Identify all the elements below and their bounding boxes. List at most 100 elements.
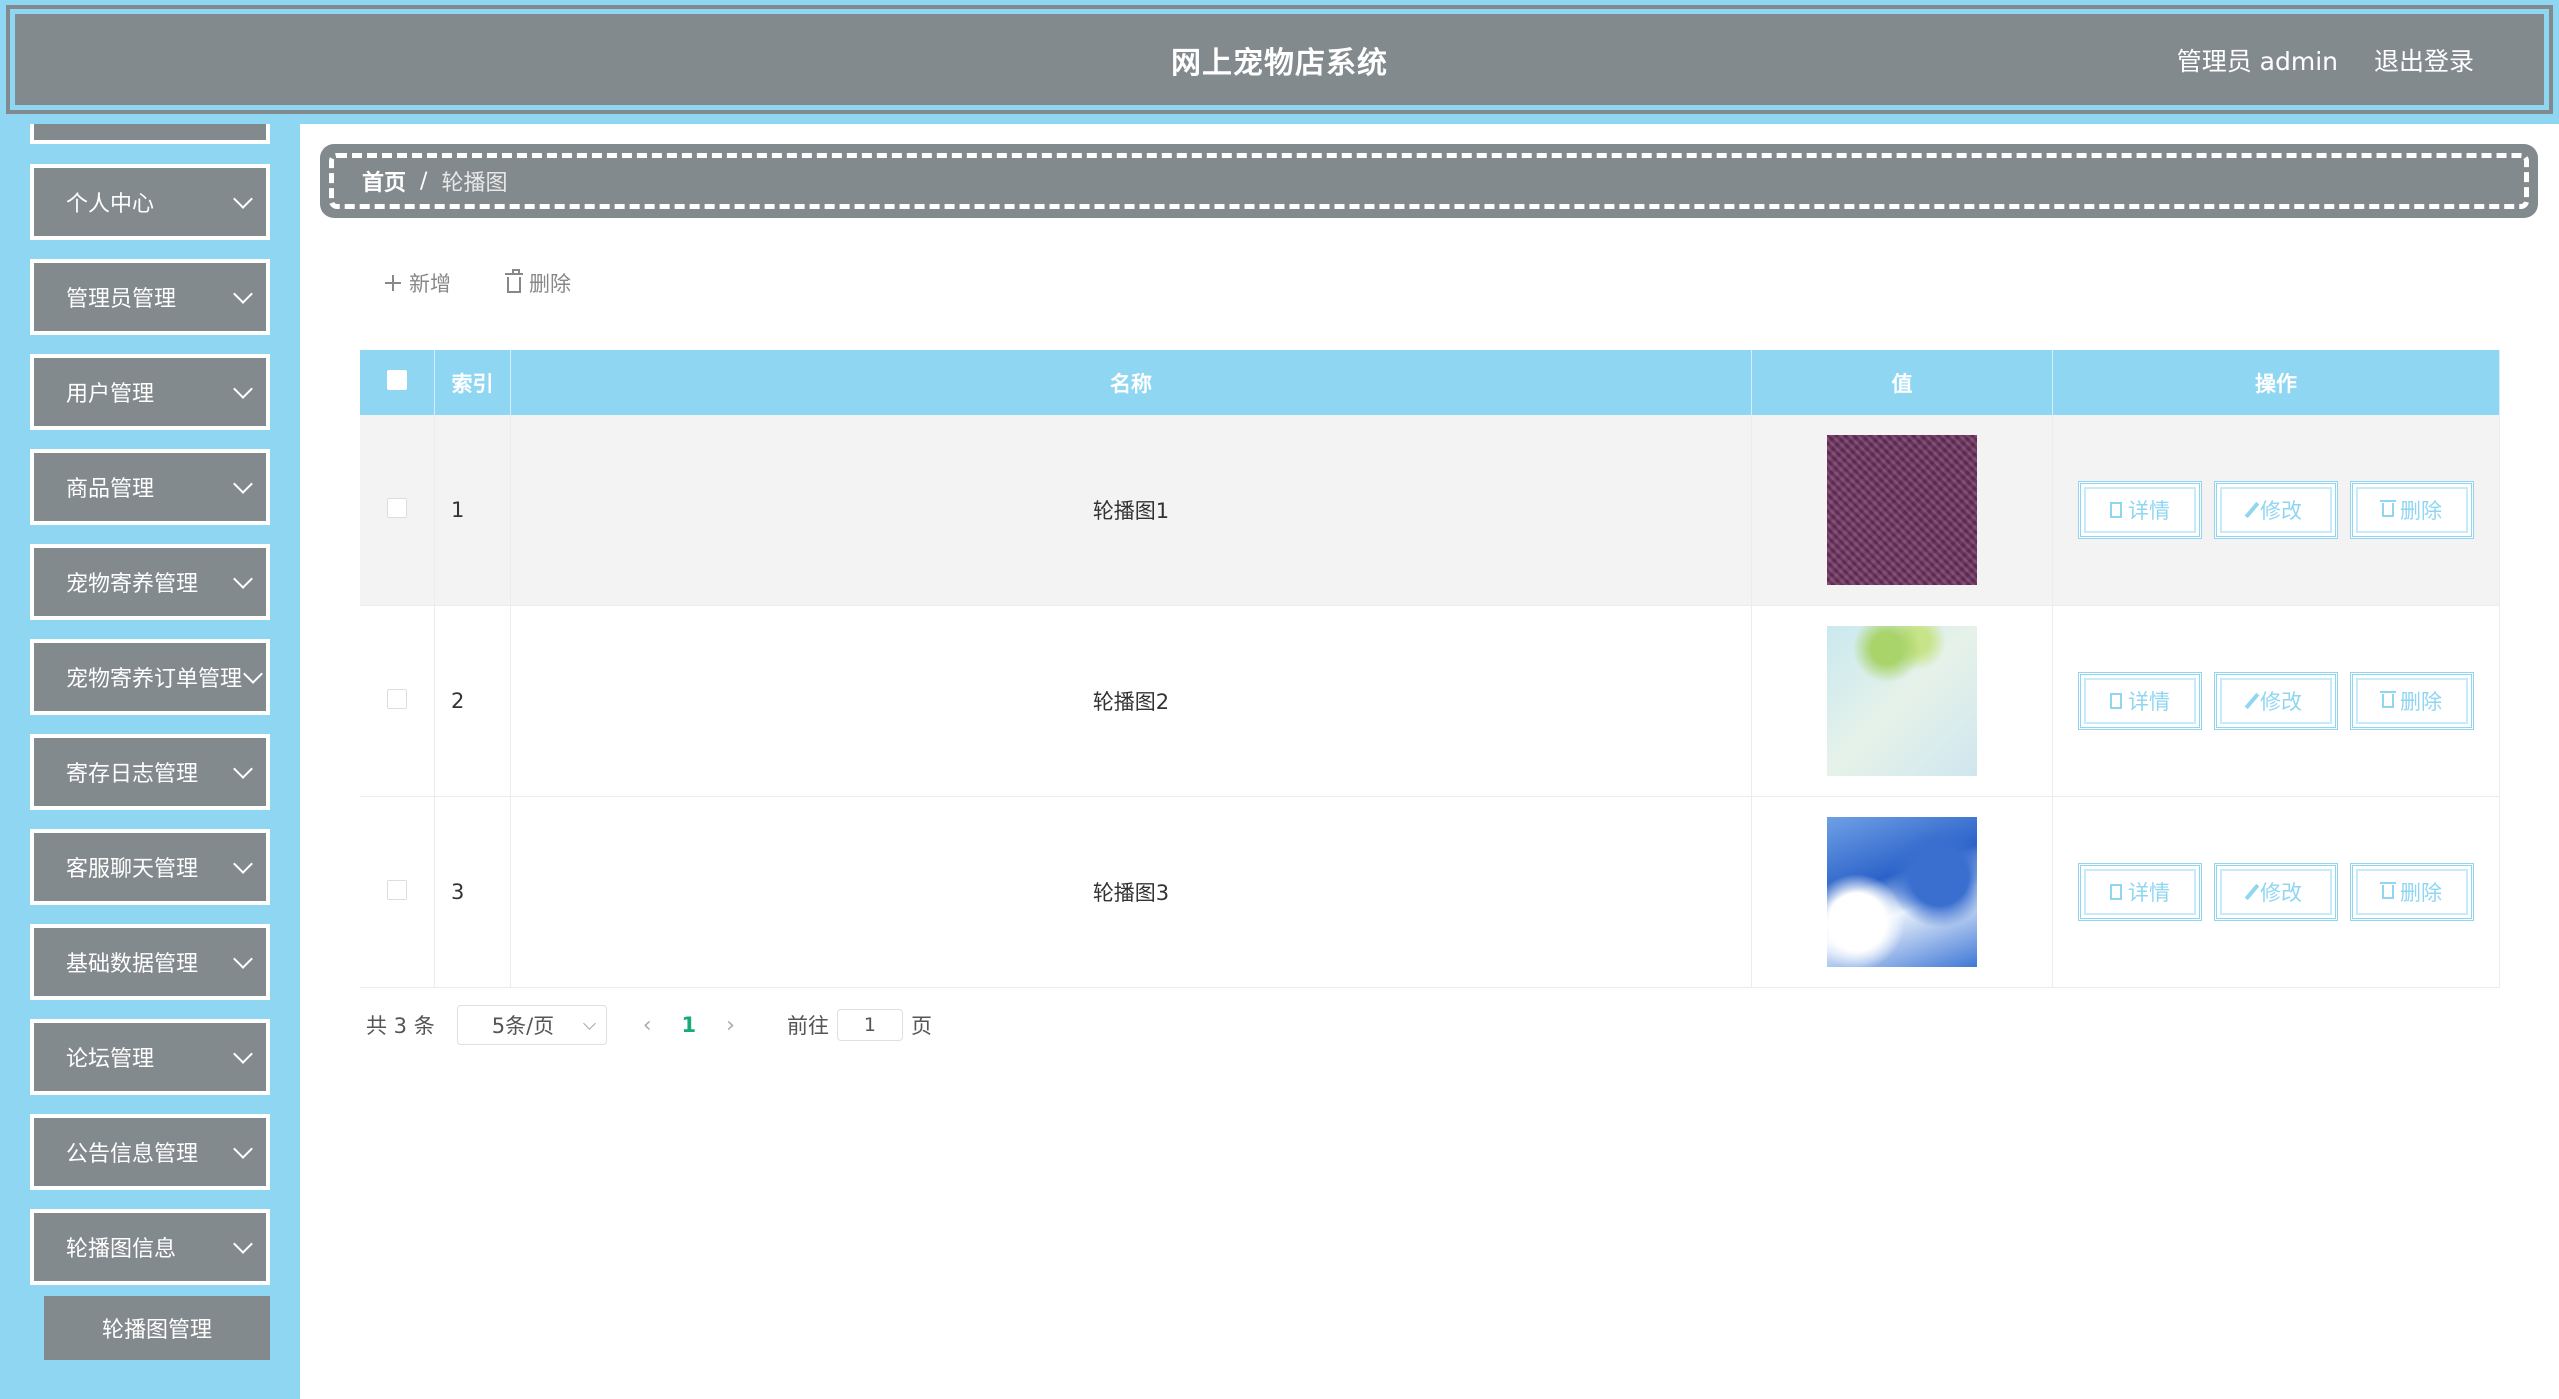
header-value: 值 xyxy=(1751,350,2053,415)
sidebar-item-label: 轮播图信息 xyxy=(66,1237,177,1262)
admin-user-label: 管理员 admin xyxy=(2176,46,2338,76)
sidebar-item-label: 管理员管理 xyxy=(66,287,177,312)
header-name: 名称 xyxy=(510,350,1752,415)
breadcrumb: 首页 / 轮播图 xyxy=(320,144,2538,218)
next-page-button[interactable]: › xyxy=(726,1013,735,1038)
pagination: 共 3 条 5条/页 ‹ 1 › 前往 页 xyxy=(366,1005,932,1045)
goto-page: 前往 页 xyxy=(787,1009,932,1041)
sidebar-item-announcements[interactable]: 公告信息管理 xyxy=(30,1114,270,1190)
sidebar-item-pet-boarding[interactable]: 宠物寄养管理 xyxy=(30,544,270,620)
breadcrumb-current: 轮播图 xyxy=(441,171,508,196)
row-checkbox[interactable] xyxy=(387,688,407,709)
delete-label: 删除 xyxy=(2400,690,2442,714)
sidebar-item-product-management[interactable]: 商品管理 xyxy=(30,449,270,525)
row-index: 2 xyxy=(451,689,465,713)
carousel-image xyxy=(1827,435,1977,585)
sidebar-item-label: 商品管理 xyxy=(66,477,155,502)
chevron-down-icon xyxy=(233,379,253,399)
chevron-down-icon xyxy=(233,1044,253,1064)
row-name: 轮播图3 xyxy=(510,796,1752,988)
add-button-label: 新增 xyxy=(409,272,451,296)
detail-button[interactable]: 详情 xyxy=(2078,672,2202,730)
select-all-cell xyxy=(360,350,435,415)
logout-link[interactable]: 退出登录 xyxy=(2374,42,2474,78)
prev-page-button[interactable]: ‹ xyxy=(643,1013,652,1038)
chevron-down-icon xyxy=(233,759,253,779)
sidebar-item-label: 论坛管理 xyxy=(66,1047,155,1072)
edit-button[interactable]: 修改 xyxy=(2214,672,2338,730)
delete-button[interactable]: 删除 xyxy=(2350,863,2474,921)
delete-label: 删除 xyxy=(2400,881,2442,905)
trash-icon xyxy=(2380,882,2396,899)
trash-icon xyxy=(2380,500,2396,517)
chevron-down-icon xyxy=(582,1016,596,1030)
sidebar-item-pet-boarding-orders[interactable]: 宠物寄养订单管理 xyxy=(30,639,270,715)
page-size-value: 5条/页 xyxy=(491,1014,555,1038)
submenu-carousel-management[interactable]: 轮播图管理 xyxy=(44,1296,270,1360)
goto-label: 前往 xyxy=(786,1014,829,1038)
row-name: 轮播图2 xyxy=(510,605,1752,797)
page-suffix: 页 xyxy=(910,1014,932,1038)
header-ops: 操作 xyxy=(2052,350,2500,415)
chevron-down-icon xyxy=(243,664,263,684)
sidebar-item-admin-management[interactable]: 管理员管理 xyxy=(30,259,270,335)
select-all-checkbox[interactable] xyxy=(387,370,407,390)
batch-delete-button[interactable]: 删除 xyxy=(505,268,571,298)
sidebar-item-label: 寄存日志管理 xyxy=(66,762,199,787)
carousel-table: 索引 名称 值 操作 1 轮播图1 详情 修改 删除 2 轮播图2 详情 修改 … xyxy=(360,350,2500,988)
sidebar-item-label: 宠物寄养订单管理 xyxy=(66,667,243,692)
delete-button[interactable]: 删除 xyxy=(2350,481,2474,539)
sidebar-item-label: 用户管理 xyxy=(66,382,155,407)
row-index: 1 xyxy=(451,498,465,522)
sidebar-item-partial[interactable] xyxy=(30,124,270,144)
add-button[interactable]: 新增 xyxy=(385,268,451,298)
detail-label: 详情 xyxy=(2128,881,2170,905)
chevron-down-icon xyxy=(233,854,253,874)
total-count: 共 3 条 xyxy=(366,1014,435,1038)
goto-page-input[interactable] xyxy=(836,1009,903,1041)
top-header: 网上宠物店系统 管理员 admin 退出登录 xyxy=(0,0,2559,124)
delete-button[interactable]: 删除 xyxy=(2350,672,2474,730)
sidebar-item-label: 公告信息管理 xyxy=(66,1142,199,1167)
chevron-down-icon xyxy=(233,569,253,589)
detail-button[interactable]: 详情 xyxy=(2078,481,2202,539)
sidebar-item-personal-center[interactable]: 个人中心 xyxy=(30,164,270,240)
chevron-down-icon xyxy=(233,1234,253,1254)
sidebar-item-label: 基础数据管理 xyxy=(66,952,199,977)
app-title: 网上宠物店系统 xyxy=(1171,45,1388,81)
sidebar-item-label: 宠物寄养管理 xyxy=(66,572,199,597)
page-number-current[interactable]: 1 xyxy=(682,1013,697,1037)
row-index: 3 xyxy=(451,880,465,904)
chevron-down-icon xyxy=(233,284,253,304)
breadcrumb-separator: / xyxy=(420,168,428,194)
detail-label: 详情 xyxy=(2128,690,2170,714)
row-checkbox[interactable] xyxy=(387,879,407,900)
row-name: 轮播图1 xyxy=(510,415,1752,606)
chevron-down-icon xyxy=(233,189,253,209)
table-row: 3 轮播图3 详情 修改 删除 xyxy=(360,796,2500,988)
sidebar-item-base-data[interactable]: 基础数据管理 xyxy=(30,924,270,1000)
table-row: 2 轮播图2 详情 修改 删除 xyxy=(360,605,2500,797)
page-size-select[interactable]: 5条/页 xyxy=(456,1005,607,1045)
delete-label: 删除 xyxy=(2400,499,2442,523)
carousel-image xyxy=(1827,626,1977,776)
sidebar-item-carousel[interactable]: 轮播图信息 xyxy=(30,1209,270,1285)
chevron-down-icon xyxy=(233,1139,253,1159)
breadcrumb-home[interactable]: 首页 xyxy=(362,165,406,197)
edit-label: 修改 xyxy=(2260,499,2302,523)
detail-label: 详情 xyxy=(2128,499,2170,523)
row-checkbox[interactable] xyxy=(387,497,407,518)
trash-icon xyxy=(2380,691,2396,708)
sidebar-item-user-management[interactable]: 用户管理 xyxy=(30,354,270,430)
table-header-row: 索引 名称 值 操作 xyxy=(360,350,2500,415)
edit-icon xyxy=(2244,501,2260,519)
sidebar-item-chat-management[interactable]: 客服聊天管理 xyxy=(30,829,270,905)
sidebar-item-storage-log[interactable]: 寄存日志管理 xyxy=(30,734,270,810)
detail-button[interactable]: 详情 xyxy=(2078,863,2202,921)
sidebar-item-forum[interactable]: 论坛管理 xyxy=(30,1019,270,1095)
batch-delete-label: 删除 xyxy=(529,272,571,296)
document-icon xyxy=(2110,884,2122,900)
edit-button[interactable]: 修改 xyxy=(2214,481,2338,539)
edit-button[interactable]: 修改 xyxy=(2214,863,2338,921)
header-bar: 网上宠物店系统 管理员 admin 退出登录 xyxy=(10,9,2549,110)
